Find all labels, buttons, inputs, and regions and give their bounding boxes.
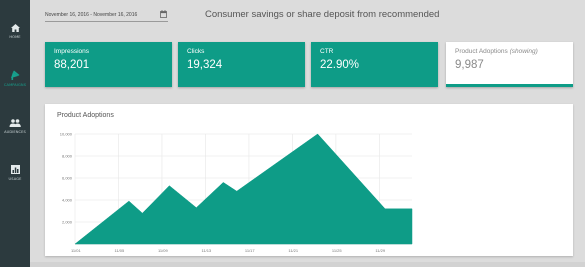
- metric-label: Clicks: [187, 48, 205, 55]
- megaphone-icon: [11, 70, 20, 80]
- x-tick-label: 11/09: [158, 248, 168, 253]
- x-tick-label: 11/05: [114, 248, 124, 253]
- bottom-bar: [30, 262, 585, 267]
- x-tick-label: 11/17: [245, 248, 255, 253]
- calendar-icon[interactable]: [160, 10, 167, 18]
- people-icon: [9, 119, 21, 127]
- x-tick-label: 11/01: [71, 248, 81, 253]
- metric-value: 22.90%: [320, 59, 360, 71]
- y-tick-label: 10,000: [60, 132, 73, 137]
- metric-card-product-adoptions[interactable]: Product Adoptions (showing) 9,987: [446, 42, 573, 87]
- date-range-text: November 16, 2016 - November 16, 2016: [45, 12, 138, 18]
- nav-item-audiences[interactable]: AUDIENCES: [0, 119, 30, 153]
- nav-item-usage[interactable]: USAGE: [0, 165, 30, 199]
- date-range-field[interactable]: November 16, 2016 - November 16, 2016: [45, 10, 168, 22]
- area-series-product-adoptions: [74, 133, 413, 245]
- metric-label-note: (showing): [509, 48, 538, 55]
- y-tick-label: 4,000: [62, 198, 73, 203]
- x-tick-label: 11/29: [375, 248, 385, 253]
- y-tick-label: 6,000: [62, 176, 73, 181]
- metric-label: Product Adoptions (showing): [455, 48, 564, 55]
- product-adoptions-chart: 2,000 4,000 6,000 8,000 10,000 11/01 11/05 11/0…: [60, 132, 413, 253]
- metric-label: CTR: [320, 48, 334, 55]
- nav-label-usage: USAGE: [8, 177, 22, 181]
- x-tick-label: 11/21: [288, 248, 298, 253]
- y-tick-label: 2,000: [62, 220, 73, 225]
- x-tick-label: 11/13: [201, 248, 211, 253]
- metric-card-impressions[interactable]: Impressions 88,201: [45, 42, 172, 87]
- chart-icon: [10, 165, 20, 174]
- home-icon: [10, 24, 20, 32]
- y-tick-label: 8,000: [62, 154, 73, 159]
- metric-label: Impressions: [54, 48, 90, 55]
- nav-item-home[interactable]: HOME: [0, 24, 30, 58]
- nav-label-audiences: AUDIENCES: [4, 130, 26, 134]
- page-title: Consumer savings or share deposit from r…: [205, 9, 440, 20]
- nav-label-home: HOME: [9, 35, 21, 39]
- chart-panel: Product Adoptions 2,000 4,000 6,000 8,000 10…: [45, 104, 573, 256]
- sidebar: HOME CAMPAIGNS AUDIENCES USAGE: [0, 0, 30, 267]
- metric-value: 19,324: [187, 59, 223, 71]
- x-tick-label: 11/25: [332, 248, 342, 253]
- nav-label-campaigns: CAMPAIGNS: [3, 83, 27, 87]
- metric-label-text: Product Adoptions: [455, 48, 508, 55]
- nav-item-campaigns[interactable]: CAMPAIGNS: [0, 70, 30, 104]
- metric-card-ctr[interactable]: CTR 22.90%: [311, 42, 438, 87]
- metric-card-clicks[interactable]: Clicks 19,324: [178, 42, 305, 87]
- metric-value: 9,987: [455, 59, 484, 71]
- metric-value: 88,201: [54, 59, 90, 71]
